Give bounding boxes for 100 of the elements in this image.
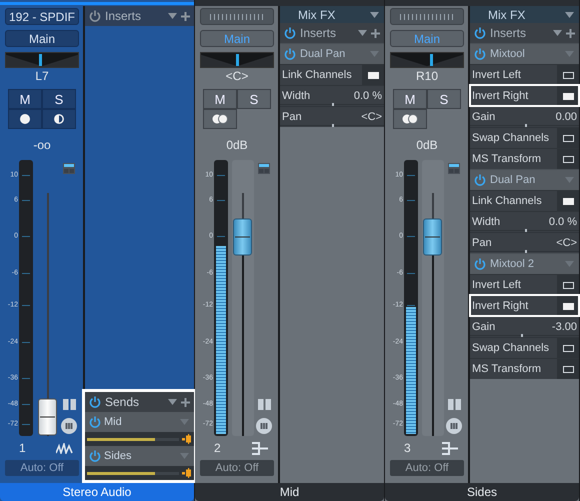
fader-handle[interactable]: [233, 218, 252, 256]
power-icon[interactable]: [474, 174, 486, 186]
channel-name[interactable]: Sides: [385, 483, 579, 501]
toggle-switch[interactable]: [562, 366, 574, 372]
monitor-mode-icon[interactable]: [446, 418, 462, 434]
waveform-icon[interactable]: [56, 442, 73, 454]
solo-button[interactable]: S: [237, 89, 271, 109]
send-slot[interactable]: Sides: [85, 446, 194, 466]
parameter-slider[interactable]: Width 0.0 %: [470, 211, 579, 232]
inserts-label: Inserts: [300, 26, 338, 40]
meter-mode-icon[interactable]: [63, 163, 75, 174]
solo-button[interactable]: S: [427, 89, 461, 109]
parameter-label: Swap Channels: [472, 342, 550, 354]
parameter-value: 0.00: [556, 111, 577, 123]
caret-icon[interactable]: [358, 30, 367, 36]
parameter-label: Invert Right: [472, 300, 530, 312]
parameter-value: -3.00: [552, 321, 577, 333]
send-level-slider[interactable]: [87, 472, 179, 474]
channel-name[interactable]: Stereo Audio: [0, 483, 194, 501]
monitor-icon: [54, 114, 64, 124]
mute-button[interactable]: M: [203, 89, 237, 109]
toggle-switch[interactable]: [562, 282, 574, 288]
parameter-label: Width: [472, 216, 502, 228]
send-slot[interactable]: Mid: [85, 412, 194, 432]
power-icon[interactable]: [474, 27, 486, 39]
monitor-mode-icon[interactable]: [61, 418, 77, 434]
toggle-switch[interactable]: [562, 344, 574, 352]
automation-button[interactable]: Auto: Off: [200, 460, 274, 476]
power-icon[interactable]: [89, 416, 101, 428]
automation-button[interactable]: Auto: Off: [390, 460, 464, 476]
channel-number: 1: [19, 441, 26, 455]
power-icon[interactable]: [474, 48, 486, 60]
link-button[interactable]: [393, 109, 427, 129]
parameter-label: MS Transform: [472, 363, 542, 375]
input-selector[interactable]: 192 - SPDIF: [5, 8, 79, 25]
caret-icon: [180, 419, 189, 425]
parameter-label: Swap Channels: [472, 132, 550, 144]
plugin-header[interactable]: Mixtool 2: [470, 253, 579, 274]
caret-icon: [370, 51, 379, 57]
mute-button[interactable]: M: [8, 89, 42, 109]
parameter-label: Gain: [472, 321, 496, 333]
mute-button[interactable]: M: [393, 89, 427, 109]
caret-icon[interactable]: [168, 399, 177, 405]
caret-icon[interactable]: [553, 30, 562, 36]
power-icon[interactable]: [284, 27, 296, 39]
record-button[interactable]: [8, 109, 42, 129]
power-icon[interactable]: [89, 396, 101, 408]
toggle-switch[interactable]: [562, 134, 574, 142]
pause-icon[interactable]: [258, 399, 270, 410]
solo-button[interactable]: S: [42, 89, 76, 109]
channel-number: 3: [404, 441, 411, 455]
automation-button[interactable]: Auto: Off: [5, 460, 79, 476]
link-button[interactable]: [203, 109, 237, 129]
sends-label: Sends: [105, 395, 140, 409]
record-icon: [20, 114, 30, 124]
plugin-header[interactable]: Dual Pan: [470, 169, 579, 190]
monitor-mode-icon[interactable]: [256, 418, 272, 434]
parameter-slider[interactable]: Width 0.0 %: [280, 85, 384, 106]
monitor-button[interactable]: [42, 109, 76, 129]
parameter-label: Link Channels: [282, 69, 353, 81]
volume-value: 0dB: [416, 138, 438, 152]
pan-value: <C>: [226, 68, 248, 84]
output-selector[interactable]: Main: [5, 30, 79, 47]
mix-fx-selector[interactable]: Mix FX: [470, 6, 579, 23]
pan-control[interactable]: [5, 52, 79, 68]
toggle-switch[interactable]: [562, 156, 574, 162]
fader-handle[interactable]: [38, 398, 57, 436]
add-icon[interactable]: [371, 28, 380, 38]
add-icon[interactable]: [181, 12, 190, 20]
split-icon[interactable]: [252, 442, 268, 454]
link-icon: [402, 114, 418, 124]
pan-control[interactable]: [200, 52, 274, 68]
plugin-header[interactable]: Dual Pan: [280, 43, 384, 64]
mix-fx-selector[interactable]: Mix FX: [280, 6, 384, 23]
meter-mode-icon[interactable]: [448, 163, 460, 174]
power-icon[interactable]: [89, 450, 101, 462]
parameter-label: Pan: [282, 111, 303, 123]
parameter-slider[interactable]: Pan <C>: [280, 106, 384, 127]
meter-mode-icon[interactable]: [258, 163, 270, 174]
power-icon[interactable]: [284, 48, 296, 60]
parameter-slider[interactable]: Gain -3.00: [470, 316, 579, 337]
toggle-switch[interactable]: [562, 72, 574, 78]
power-icon[interactable]: [474, 258, 486, 270]
parameter-value: <C>: [361, 111, 382, 123]
split-icon[interactable]: [442, 442, 458, 454]
fader-handle[interactable]: [423, 218, 442, 256]
parameter-slider[interactable]: Pan <C>: [470, 232, 579, 253]
add-icon[interactable]: [181, 398, 190, 406]
send-level-slider[interactable]: [87, 438, 179, 440]
plugin-header[interactable]: Mixtool: [470, 43, 579, 64]
pan-control[interactable]: [390, 52, 464, 68]
parameter-label: Link Channels: [472, 195, 543, 207]
pause-icon[interactable]: [62, 399, 76, 410]
parameter-slider[interactable]: Gain 0.00: [470, 106, 579, 127]
inserts-label: Inserts: [105, 9, 142, 23]
caret-icon[interactable]: [168, 13, 177, 19]
pause-icon[interactable]: [448, 399, 460, 410]
channel-name[interactable]: Mid: [195, 483, 384, 501]
power-icon[interactable]: [89, 10, 101, 22]
add-icon[interactable]: [566, 28, 575, 38]
